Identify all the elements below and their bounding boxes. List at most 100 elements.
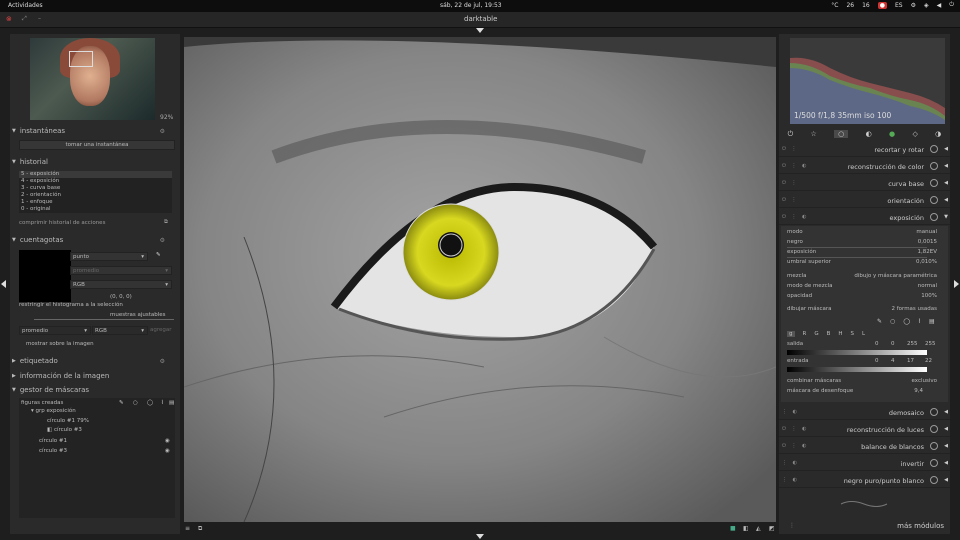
minimize-icon[interactable]: – xyxy=(38,15,41,22)
histogram[interactable]: 1/500 f/1,8 35mm iso 100 xyxy=(790,38,945,124)
eyedropper-icon[interactable]: ✎ xyxy=(156,252,161,258)
image-info-header[interactable]: ▶ información de la imagen xyxy=(12,372,109,380)
threshold-slider[interactable]: umbral superior 0,010% xyxy=(787,259,937,267)
module-toggles[interactable]: ⏻ ⋮ ◐ xyxy=(782,214,809,220)
module-highlight-reconstruction[interactable]: ⏻ ⋮ ◐ reconstrucción de luces ◀ xyxy=(779,423,950,437)
black-slider[interactable]: negro 0,0015 xyxy=(787,239,937,247)
exposure-track[interactable] xyxy=(787,257,927,258)
activities-button[interactable]: Actividades xyxy=(8,2,43,9)
volume-icon[interactable]: ◀ xyxy=(937,2,942,9)
sample-stat-select[interactable]: promedio ▾ xyxy=(19,326,91,335)
right-panel-toggle-icon[interactable] xyxy=(954,280,959,288)
draw-mask-row[interactable]: dibujar máscara 2 formas usadas xyxy=(787,306,937,314)
brush-shape-icon[interactable]: ▤ xyxy=(169,400,174,408)
combine-masks-row[interactable]: combinar máscaras exclusivo xyxy=(787,378,937,386)
history-item[interactable]: 1 - enfoque xyxy=(19,199,172,206)
tagging-header[interactable]: ▶ etiquetado xyxy=(12,357,58,365)
temp-indicator[interactable]: °C xyxy=(831,2,838,9)
module-toggles[interactable]: ⋮ ◐ xyxy=(782,409,799,415)
color-assessment-icon[interactable]: ■ xyxy=(730,525,736,532)
module-toggles[interactable]: ⏻ ⋮ ◐ xyxy=(782,443,809,449)
history-item[interactable]: 0 - original xyxy=(19,206,172,213)
favorites-group-icon[interactable]: ☆ xyxy=(811,130,817,138)
zoom-rectangle[interactable] xyxy=(69,51,93,67)
history-item[interactable]: 2 - orientación xyxy=(19,192,172,199)
mask-manager-header[interactable]: ▼ gestor de máscaras xyxy=(12,386,89,394)
overexposed-icon[interactable]: ◩ xyxy=(769,525,775,532)
blend-row[interactable]: mezcla dibujo y máscara paramétrica xyxy=(787,273,937,281)
output-gradient[interactable] xyxy=(787,350,927,355)
history-item[interactable]: 3 - curva base xyxy=(19,185,172,192)
blend-mode-row[interactable]: modo de mezcla normal xyxy=(787,283,937,291)
module-white-balance[interactable]: ⏻ ⋮ ◐ balance de blancos ◀ xyxy=(779,440,950,454)
path-shape-icon[interactable]: ⌇ xyxy=(918,318,921,325)
mask-item[interactable]: círculo #3 xyxy=(39,448,67,456)
edit-icon[interactable]: ✎ xyxy=(119,400,124,408)
mask-item[interactable]: ◧ círculo #3 xyxy=(47,427,82,435)
black-track[interactable] xyxy=(787,247,927,248)
history-item[interactable]: 4 - exposición xyxy=(19,178,172,185)
exposure-slider[interactable]: exposición 1,82EV xyxy=(787,249,937,257)
channel-tab[interactable]: R xyxy=(803,331,807,337)
module-invert[interactable]: ⋮ ◐ invertir ◀ xyxy=(779,457,950,471)
presets-icon[interactable]: ≡ xyxy=(185,525,190,532)
base-group-icon[interactable]: ○ xyxy=(834,130,849,138)
app-indicator-icon[interactable]: ● xyxy=(877,1,887,9)
reset-icon[interactable]: ⚙ xyxy=(160,358,165,365)
tray-value-1[interactable]: 26 xyxy=(846,2,854,9)
reset-icon[interactable]: ⚙ xyxy=(160,237,165,244)
color-picker-header[interactable]: ▼ cuentagotas xyxy=(12,236,63,244)
image-canvas[interactable] xyxy=(184,37,776,522)
history-header[interactable]: ▼ historial xyxy=(12,158,48,166)
color-group-icon[interactable]: ● xyxy=(889,130,895,138)
compress-history-button[interactable]: comprimir historial de acciones xyxy=(19,220,105,226)
add-sample-button[interactable]: agregar xyxy=(150,327,172,333)
module-toggles[interactable]: ⏻ ⋮ xyxy=(782,197,799,203)
mask-blur-slider[interactable]: máscara de desenfoque 9,4 xyxy=(787,388,937,396)
module-raw-black-white[interactable]: ⋮ ◐ negro puro/punto blanco ◀ xyxy=(779,474,950,488)
more-modules-button[interactable]: más módulos xyxy=(897,522,944,530)
module-crop-rotate[interactable]: ⏻ ⋮ recortar y rotar ◀ xyxy=(779,143,950,157)
softproof-icon[interactable]: ◧ xyxy=(743,525,749,532)
network-icon[interactable]: ◈ xyxy=(924,2,929,9)
picker-mode-select[interactable]: punto ▾ xyxy=(70,252,148,261)
module-toggles[interactable]: ⏻ ⋮ xyxy=(782,180,799,186)
circle-shape-icon[interactable]: ○ xyxy=(890,318,895,325)
tone-group-icon[interactable]: ◐ xyxy=(866,130,872,138)
channel-tab[interactable]: g xyxy=(787,331,795,337)
sample-space-select[interactable]: RGB ▾ xyxy=(92,326,148,335)
close-icon[interactable]: ⊗ xyxy=(6,15,12,23)
mask-group-item[interactable]: ▾ grp exposición xyxy=(31,408,76,416)
module-demosaic[interactable]: ⋮ ◐ demosaico ◀ xyxy=(779,406,950,420)
settings-icon[interactable]: ⚙ xyxy=(911,2,916,9)
picker-stat-select[interactable]: promedio ▾ xyxy=(70,266,172,275)
top-panel-toggle-icon[interactable] xyxy=(476,28,484,33)
navigation-thumbnail[interactable] xyxy=(30,38,155,120)
style-icon[interactable]: ⧉ xyxy=(164,219,168,226)
clock[interactable]: sáb, 22 de jul, 19:53 xyxy=(440,2,502,9)
bottom-panel-toggle-icon[interactable] xyxy=(476,534,484,539)
edit-icon[interactable]: ✎ xyxy=(877,318,882,325)
effect-group-icon[interactable]: ◑ xyxy=(935,130,941,138)
history-item[interactable]: 5 - exposición xyxy=(19,171,172,178)
module-exposure[interactable]: ⏻ ⋮ ◐ exposición ▼ xyxy=(779,211,950,225)
channel-tab[interactable]: B xyxy=(827,331,831,337)
module-toggles[interactable]: ⏻ ⋮ xyxy=(782,146,799,152)
circle-shape-icon[interactable]: ○ xyxy=(133,400,138,408)
eye-photo[interactable] xyxy=(184,37,776,522)
mask-item[interactable]: círculo #1 79% xyxy=(47,418,89,426)
restrict-histogram-toggle[interactable]: restringir el histograma a la selección xyxy=(19,302,123,308)
snapshots-header[interactable]: ▼ instantáneas xyxy=(12,127,65,135)
channel-tab[interactable]: S xyxy=(851,331,855,337)
display-on-image-toggle[interactable]: mostrar sobre la imagen xyxy=(26,341,94,347)
correct-group-icon[interactable]: ◇ xyxy=(912,130,917,138)
language-indicator[interactable]: ES xyxy=(895,2,903,9)
reset-icon[interactable]: ⚙ xyxy=(160,128,165,135)
mask-item[interactable]: círculo #1 xyxy=(39,438,67,446)
module-toggles[interactable]: ⋮ ◐ xyxy=(782,477,799,483)
take-snapshot-button[interactable]: tomar una instantánea xyxy=(19,140,175,150)
module-orientation[interactable]: ⏻ ⋮ orientación ◀ xyxy=(779,194,950,208)
path-shape-icon[interactable]: ⌇ xyxy=(161,400,164,408)
left-panel-toggle-icon[interactable] xyxy=(1,280,6,288)
ellipse-shape-icon[interactable]: ◯ xyxy=(147,400,153,408)
